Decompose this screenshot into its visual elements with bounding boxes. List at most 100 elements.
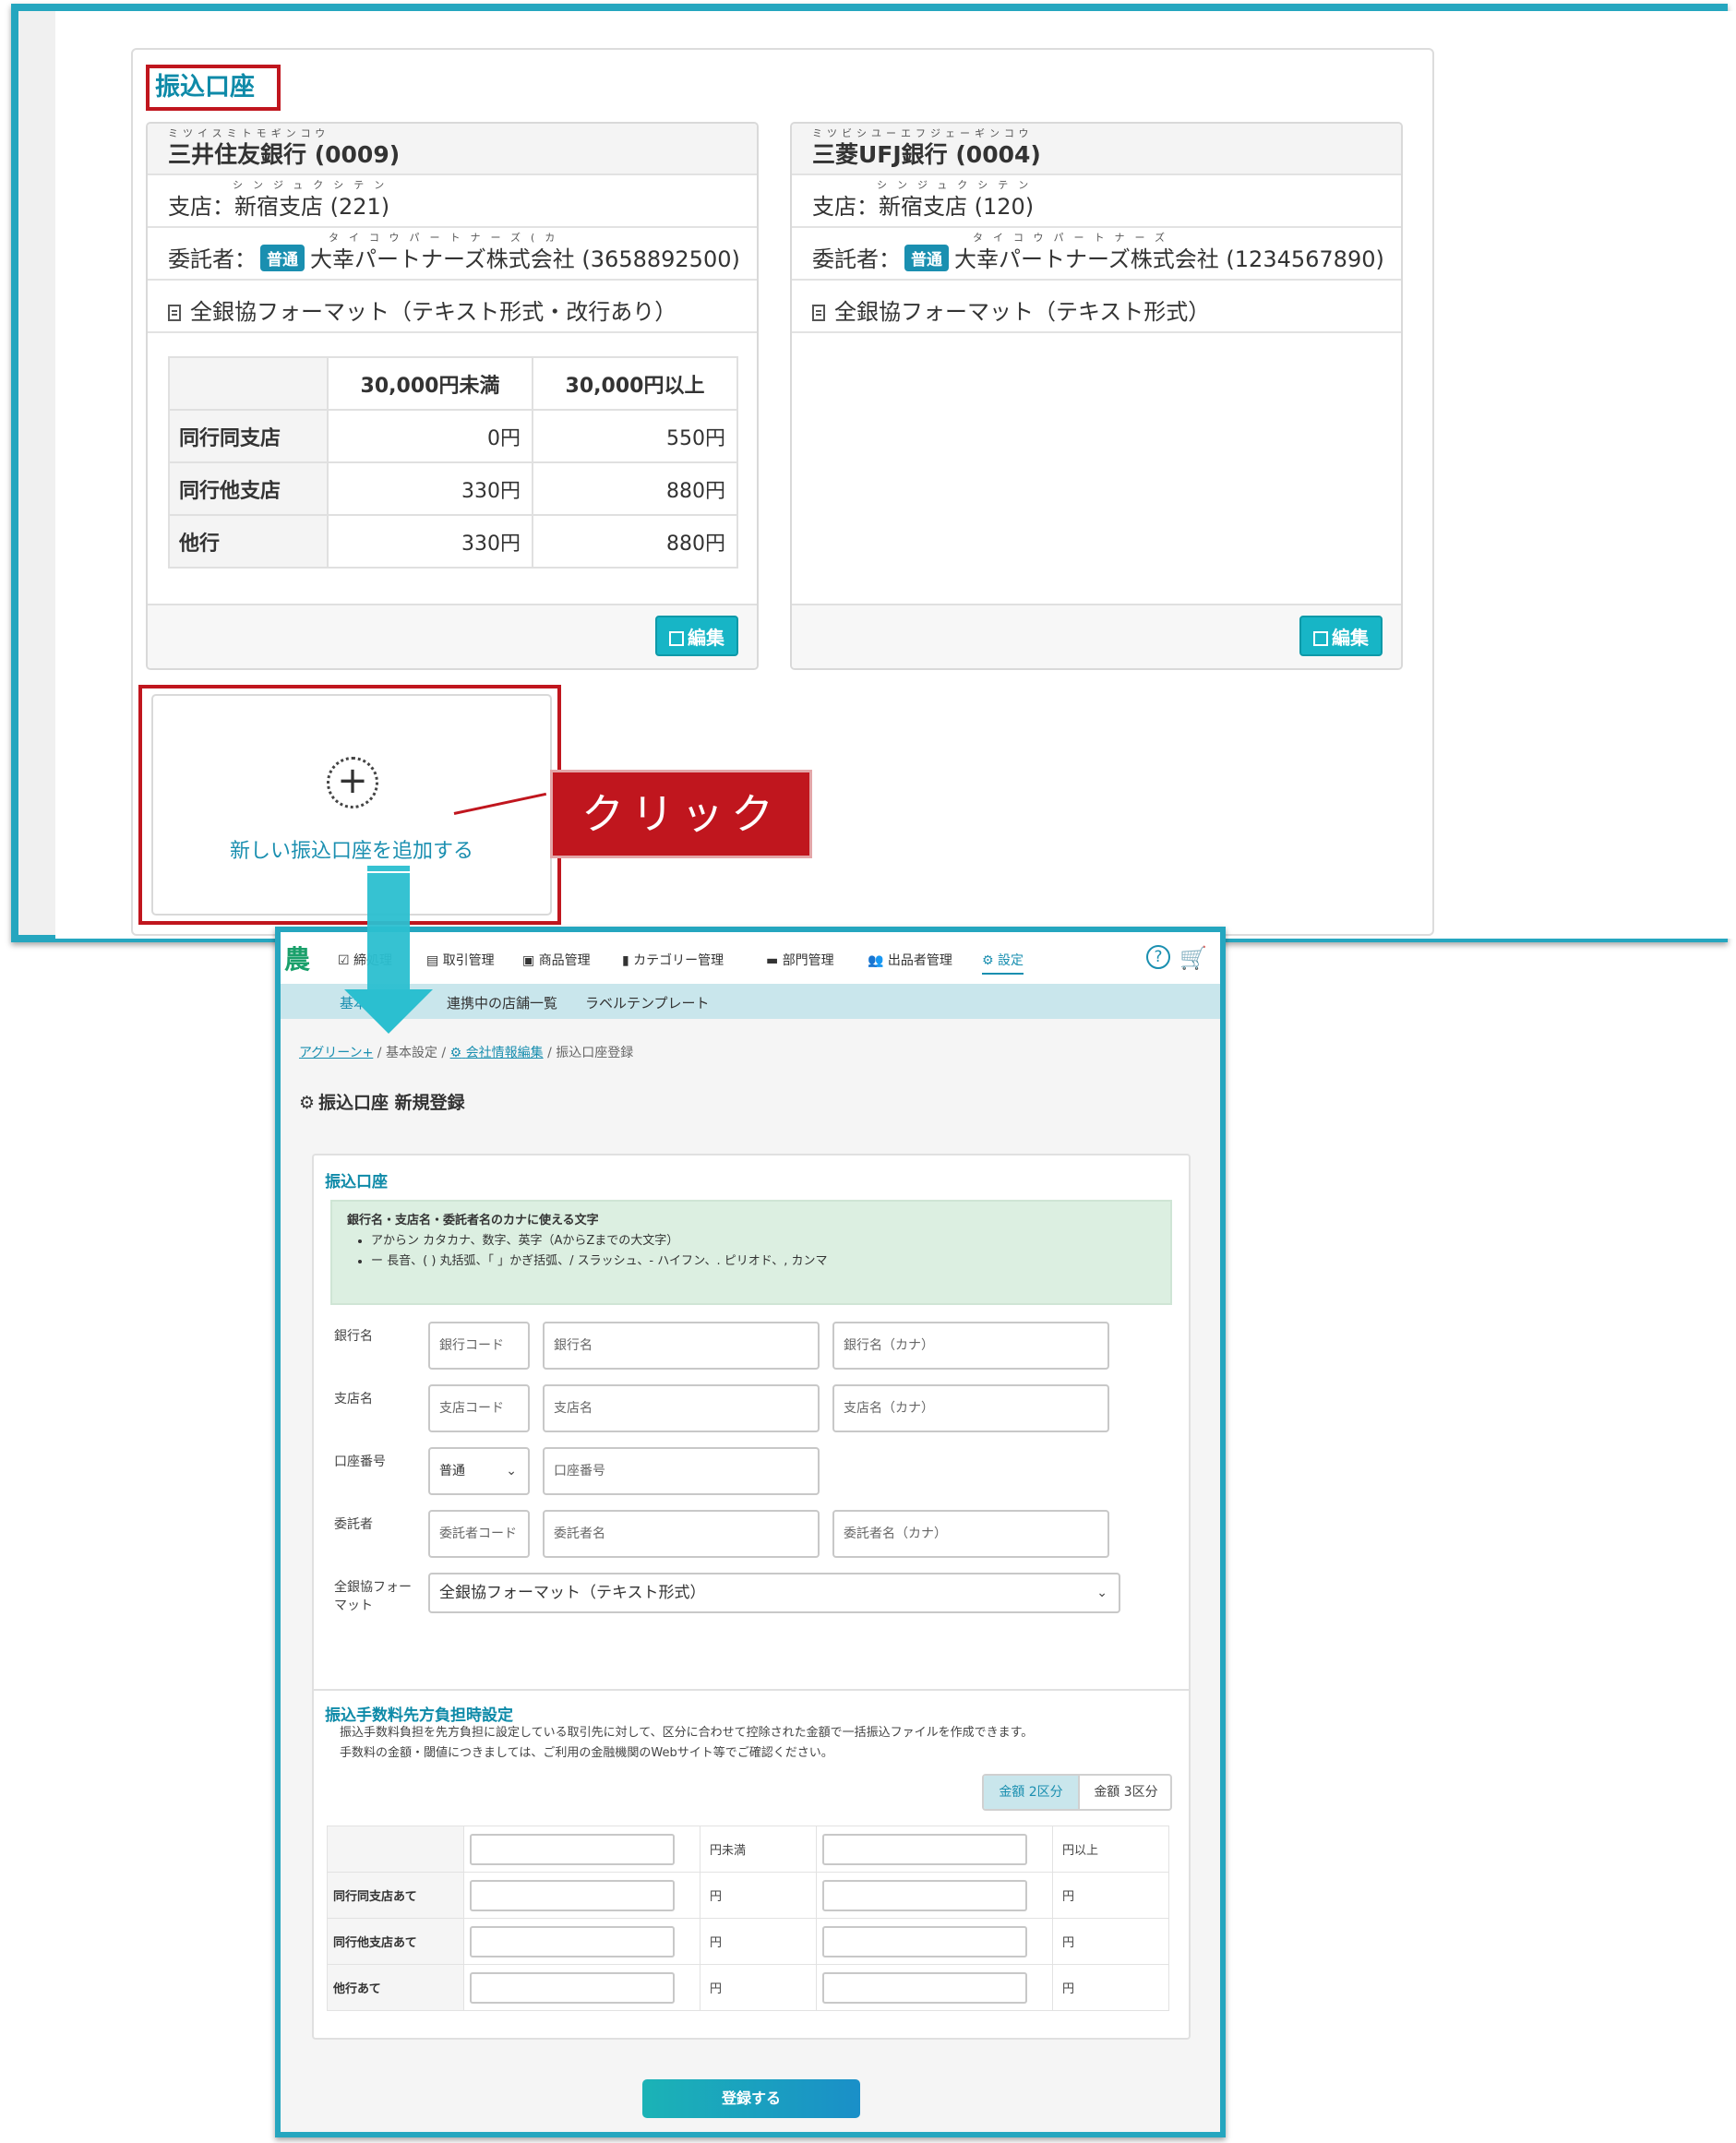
consignor-row: タイコウパートナーズ(カ 委託者： 普通 大幸パートナーズ株式会社 (3658892… <box>148 228 757 281</box>
edit-button[interactable]: 編集 <box>1299 616 1383 656</box>
threshold-under-input[interactable] <box>470 1833 675 1865</box>
yen-unit: 円 <box>700 1964 817 2011</box>
nav-sellers[interactable]: 👥 出品者管理 <box>868 951 952 969</box>
format-row: 全銀協フォーマット（テキスト形式・改行あり） <box>148 281 757 333</box>
nav-categories[interactable]: ▮ カテゴリー管理 <box>622 951 724 969</box>
page-title: ⚙ 振込口座 新規登録 <box>299 1089 465 1114</box>
branch-text: 支店：新宿支店 (120) <box>812 194 1035 220</box>
chevron-down-icon: ⌄ <box>506 1464 517 1479</box>
fee-cell <box>816 1872 1053 1919</box>
edit-button[interactable]: 編集 <box>655 616 738 656</box>
branch-code-input[interactable]: 支店コード <box>428 1384 530 1432</box>
toggle-two-tiers[interactable]: 金額 2区分 <box>984 1776 1078 1809</box>
breadcrumb-company-label: 会社情報編集 <box>465 1046 544 1060</box>
consignor-row: タイコウパートナーズ 委託者： 普通 大幸パートナーズ株式会社 (123456789… <box>792 228 1401 281</box>
fee-row-label: 他行あて <box>327 1964 464 2011</box>
account-list-page: 振込口座 ミツイスミトモギンコウ 三井住友銀行 (0009) シンジュクシテン … <box>55 11 1736 939</box>
edit-label: 編集 <box>688 627 724 649</box>
account-number-input[interactable]: 口座番号 <box>543 1447 820 1495</box>
consignor-name-input[interactable]: 委託者名 <box>543 1510 820 1558</box>
fee-value: 880円 <box>532 461 738 516</box>
bank-row: ミツイスミトモギンコウ 三井住友銀行 (0009) <box>148 124 757 175</box>
account-type-value: 普通 <box>439 1464 465 1479</box>
app-logo[interactable]: 農 <box>284 940 310 976</box>
fee-header-over: 30,000円以上 <box>532 356 738 411</box>
yen-unit: 円 <box>1052 1918 1169 1965</box>
fee-cell <box>816 1918 1053 1965</box>
card-footer: 編集 <box>148 604 757 668</box>
yen-unit: 円 <box>700 1918 817 1965</box>
cart-icon[interactable]: 🛒 <box>1179 945 1207 971</box>
fee-cell <box>816 1964 1053 2011</box>
subnav-linked-stores[interactable]: 連携中の店舗一覧 <box>447 993 557 1012</box>
bank-name: 三菱UFJ銀行 (0004) <box>812 141 1041 168</box>
breadcrumb-current: 振込口座登録 <box>556 1046 634 1060</box>
nav-transactions[interactable]: ▤ 取引管理 <box>426 951 495 969</box>
branch-row: シンジュクシテン 支店：新宿支店 (221) <box>148 175 757 228</box>
plus-icon: + <box>327 757 378 808</box>
fee-value: 330円 <box>327 514 533 569</box>
table-row: 同行他支店 330円 880円 <box>168 461 738 516</box>
account-type-select[interactable]: 普通 ⌄ <box>428 1447 530 1495</box>
fee-input[interactable] <box>470 1925 675 1957</box>
subnav-label-templates[interactable]: ラベルテンプレート <box>585 993 710 1012</box>
consignor-line: 委託者： 普通 大幸パートナーズ株式会社 (3658892500) <box>168 241 740 273</box>
fee-input[interactable] <box>822 1971 1027 2004</box>
format-text: 全銀協フォーマット（テキスト形式） <box>834 299 1211 325</box>
consignor-label: 委託者 <box>334 1517 373 1532</box>
nav-departments[interactable]: ▬ 部門管理 <box>766 951 834 969</box>
nav-products[interactable]: ▣ 商品管理 <box>522 951 591 969</box>
branch-name-input[interactable]: 支店名 <box>543 1384 820 1432</box>
table-row: 同行同支店あて 円 円 <box>327 1872 1169 1919</box>
account-type-badge: 普通 <box>260 245 305 271</box>
nav-label: 出品者管理 <box>887 953 952 968</box>
consignor-code-input[interactable]: 委託者コード <box>428 1510 530 1558</box>
toggle-three-tiers[interactable]: 金額 3区分 <box>1078 1776 1170 1809</box>
fee-input[interactable] <box>822 1925 1027 1957</box>
fee-table-corner <box>168 356 329 411</box>
bank-kana-input[interactable]: 銀行名（カナ） <box>832 1322 1109 1370</box>
fee-input[interactable] <box>470 1971 675 2004</box>
consignor-kana-input[interactable]: 委託者名（カナ） <box>832 1510 1109 1558</box>
format-text: 全銀協フォーマット（テキスト形式・改行あり） <box>190 299 677 325</box>
breadcrumb-company[interactable]: ⚙ 会社情報編集 <box>450 1046 544 1060</box>
nav-label: 部門管理 <box>782 953 834 968</box>
card-footer: 編集 <box>792 604 1401 668</box>
threshold-over-input[interactable] <box>822 1833 1027 1865</box>
branch-text: 支店：新宿支店 (221) <box>168 194 390 220</box>
help-icon[interactable]: ? <box>1146 945 1170 969</box>
format-row: 全銀協フォーマット（テキスト形式） <box>792 281 1401 333</box>
top-navigation: 農 ☑ 締処理 ▤ 取引管理 ▣ 商品管理 ▮ カテゴリー管理 ▬ 部門管理 👥… <box>281 932 1220 984</box>
bank-code-input[interactable]: 銀行コード <box>428 1322 530 1370</box>
unit-over: 円以上 <box>1052 1826 1169 1873</box>
breadcrumb-basic: 基本設定 <box>385 1046 437 1060</box>
fee-input[interactable] <box>470 1879 675 1911</box>
bank-name-input[interactable]: 銀行名 <box>543 1322 820 1370</box>
fee-value: 0円 <box>327 409 533 463</box>
yen-unit: 円 <box>1052 1964 1169 2011</box>
fee-cell <box>463 1964 700 2011</box>
consignor-name: 大幸パートナーズ株式会社 (1234567890) <box>954 246 1384 272</box>
nav-label: 設定 <box>998 953 1024 968</box>
format-select[interactable]: 全銀協フォーマット（テキスト形式） ⌄ <box>428 1573 1120 1613</box>
account-type-badge: 普通 <box>904 245 949 271</box>
branch-label: 支店名 <box>334 1392 373 1407</box>
nav-settings[interactable]: ⚙ 設定 <box>982 951 1024 975</box>
consignor-label: 委託者： <box>168 246 257 272</box>
fee-description-1: 振込手数料負担を先方負担に設定している取引先に対して、区分に合わせて控除された金… <box>340 1726 1034 1740</box>
consignor-label: 委託者： <box>812 246 901 272</box>
breadcrumb-root[interactable]: アグリーン+ <box>299 1046 373 1060</box>
branch-kana-input[interactable]: 支店名（カナ） <box>832 1384 1109 1432</box>
fee-input[interactable] <box>822 1879 1027 1911</box>
form-heading: 振込口座 <box>325 1173 388 1191</box>
threshold-under-cell <box>463 1826 700 1873</box>
edit-icon <box>1313 631 1328 646</box>
nav-label: 商品管理 <box>538 953 591 968</box>
add-account-label: 新しい振込口座を追加する <box>229 840 473 863</box>
section-divider <box>314 1689 1189 1691</box>
gear-icon: ⚙ <box>449 1046 462 1060</box>
fee-row-label: 同行他支店あて <box>327 1918 464 1965</box>
section-title: 振込口座 <box>146 65 281 111</box>
bank-name: 三井住友銀行 (0009) <box>168 141 401 168</box>
register-button[interactable]: 登録する <box>642 2079 860 2118</box>
